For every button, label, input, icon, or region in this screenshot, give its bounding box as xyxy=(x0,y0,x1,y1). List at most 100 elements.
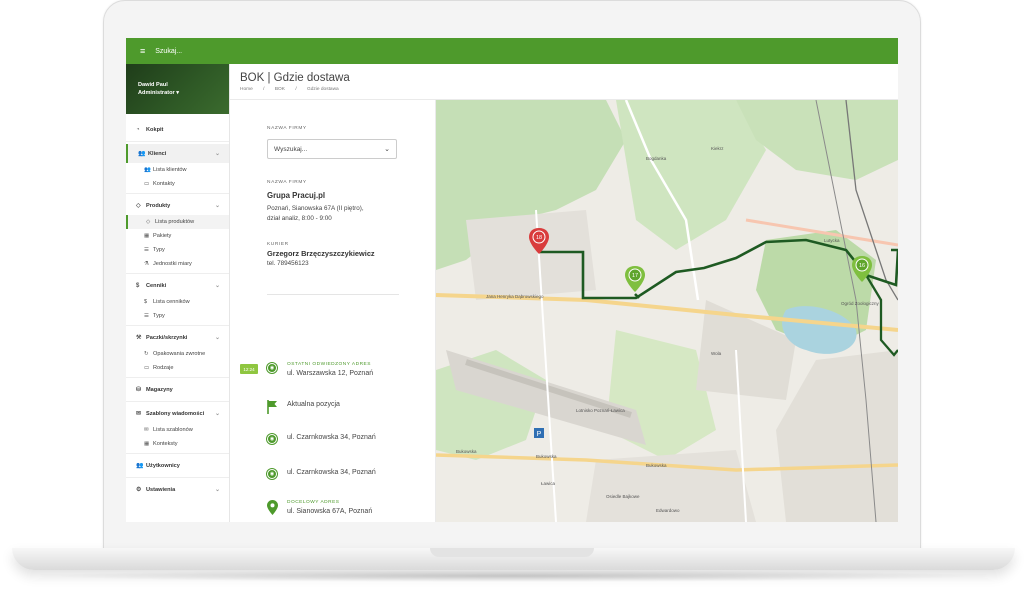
sidebar-item-label: Ustawienia xyxy=(146,486,176,493)
delivery-panel: NAZWA FIRMY Wyszukaj... ⌄ NAZWA FIRMY Gr… xyxy=(230,100,436,522)
flag-icon xyxy=(267,400,277,414)
map-label: Bukowska xyxy=(456,449,477,454)
top-bar: ≡ Szukaj... xyxy=(126,38,898,64)
sidebar-item-cenniki[interactable]: $ Cenniki ⌄ xyxy=(126,276,229,295)
sidebar-item-kokpit[interactable]: ◔ Kokpit xyxy=(126,120,229,139)
sidebar-sub-konteksty[interactable]: ▦ Konteksty xyxy=(126,437,229,451)
sidebar-item-uzytkownicy[interactable]: 👥 Użytkownicy xyxy=(126,456,229,475)
sidebar-item-magazyny[interactable]: ⛁ Magazyny xyxy=(126,380,229,399)
users-icon: 👥 xyxy=(138,151,146,157)
chevron-down-icon: ⌄ xyxy=(214,487,220,493)
user-role[interactable]: Administrator ▾ xyxy=(138,89,229,97)
step-current-position: Aktualna pozycja xyxy=(267,400,340,414)
sidebar-item-label: Magazyny xyxy=(146,386,173,393)
envelope-icon: ✉ xyxy=(136,411,142,417)
sidebar-sub-label: Jednostki miary xyxy=(153,261,192,267)
sidebar-sub-label: Typy xyxy=(153,247,165,253)
dollar-icon: $ xyxy=(136,282,140,289)
breadcrumb: Home / BOK / Gdzie dostawa xyxy=(240,87,898,92)
map-label: Bogdanka xyxy=(646,156,667,161)
laptop-notch xyxy=(430,548,594,557)
firm-select-value: Wyszukaj... xyxy=(274,145,308,153)
sidebar-sub-label: Lista klientów xyxy=(153,167,187,173)
map-label: Bukowska xyxy=(536,454,557,459)
map-label: Lutycka xyxy=(824,238,840,243)
breadcrumb-bok[interactable]: BOK xyxy=(275,87,285,92)
firm-select[interactable]: Wyszukaj... ⌄ xyxy=(267,139,397,159)
sidebar-item-klienci[interactable]: 👥 Klienci ⌄ xyxy=(126,144,229,163)
dashboard-icon: ◔ xyxy=(136,126,140,133)
grid-icon: ▦ xyxy=(144,441,150,447)
firm-label: NAZWA FIRMY xyxy=(267,180,307,185)
sidebar-sub-rodzaje[interactable]: ▭ Rodzaje xyxy=(126,361,229,375)
box-icon: ▭ xyxy=(144,365,150,371)
location-dot-icon: ◉ xyxy=(267,469,277,479)
sidebar: Dawid Paul Administrator ▾ ◔ Kokpit 👥 Kl… xyxy=(126,64,230,522)
refresh-icon: ↻ xyxy=(144,351,149,357)
sidebar-sub-lista-szablonow[interactable]: ✉ Lista szablonów xyxy=(126,423,229,437)
company-address: Poznań, Sianowska 67A (II piętro), dział… xyxy=(267,204,435,224)
step-waypoint: ◉ ul. Czarnkowska 34, Poznań xyxy=(267,433,376,444)
user-group-icon: 👥 xyxy=(136,463,144,469)
sidebar-sub-opakowania[interactable]: ↻ Opakowania zwrotne xyxy=(126,347,229,361)
map-pin-icon xyxy=(267,500,278,515)
address-line: dział analiz, 8:00 - 9:00 xyxy=(267,215,332,222)
map-label: Lotnisko Poznań-Ławica xyxy=(576,408,625,413)
sidebar-item-label: Produkty xyxy=(146,202,171,209)
box-icon: ◇ xyxy=(146,219,151,225)
step-waypoint: ◉ ul. Czarnkowska 34, Poznań xyxy=(267,468,376,479)
flask-icon: ⚗ xyxy=(144,261,149,267)
sidebar-item-produkty[interactable]: ◇ Produkty ⌄ xyxy=(126,196,229,215)
sidebar-sub-kontakty[interactable]: ▭ Kontakty xyxy=(126,177,229,191)
map-label: Bukowska xyxy=(646,463,667,468)
sidebar-sub-label: Lista szablonów xyxy=(153,427,193,433)
warehouse-icon: ⛁ xyxy=(136,387,142,393)
contact-card-icon: ▭ xyxy=(144,181,150,187)
step-address: ul. Sianowska 67A, Poznań xyxy=(287,508,373,515)
chevron-down-icon: ⌄ xyxy=(214,151,220,157)
sidebar-item-label: Użytkownicy xyxy=(146,462,180,469)
sidebar-sub-lista-klientow[interactable]: 👥 Lista klientów xyxy=(126,163,229,177)
sidebar-item-szablony[interactable]: ✉ Szablony wiadomości ⌄ xyxy=(126,404,229,423)
breadcrumb-current: Gdzie dostawa xyxy=(307,87,339,92)
user-box[interactable]: Dawid Paul Administrator ▾ xyxy=(126,64,229,114)
courier-label: KURIER xyxy=(267,242,289,247)
map-canvas[interactable]: 18 17 16 P Osiedle Bajkowe Edwardowo Buk… xyxy=(436,100,898,522)
marker-label: 16 xyxy=(859,263,865,269)
hamburger-icon[interactable]: ≡ xyxy=(140,46,145,56)
sidebar-sub-pakiety[interactable]: ▦ Pakiety xyxy=(126,229,229,243)
sidebar-sub-label: Kontakty xyxy=(153,181,175,187)
map-label: Ogród Zoologiczny xyxy=(841,301,880,306)
search-input[interactable]: Szukaj... xyxy=(155,48,182,55)
marker-label: 17 xyxy=(632,273,638,279)
users-icon: 👥 xyxy=(144,167,151,173)
breadcrumb-separator: / xyxy=(295,87,297,92)
sidebar-sub-lista-produktow[interactable]: ◇ Lista produktów xyxy=(126,215,229,229)
grid-icon: ▦ xyxy=(144,233,150,239)
company-name: Grupa Pracuj.pl xyxy=(267,191,326,200)
sidebar-item-paczki[interactable]: ⚒ Paczki/skrzynki ⌄ xyxy=(126,328,229,347)
sidebar-sub-label: Lista cenników xyxy=(153,299,190,305)
sidebar-sub-lista-cennikow[interactable]: $ Lista cenników xyxy=(126,295,229,309)
divider xyxy=(267,294,399,295)
address-line: Poznań, Sianowska 67A (II piętro), xyxy=(267,205,364,212)
location-dot-icon: ◉ xyxy=(267,363,277,373)
gear-icon: ⚙ xyxy=(136,487,142,493)
sidebar-sub-label: Konteksty xyxy=(153,441,178,447)
sidebar-sub-jednostki[interactable]: ⚗ Jednostki miary xyxy=(126,257,229,271)
sidebar-item-ustawienia[interactable]: ⚙ Ustawienia ⌄ xyxy=(126,480,229,499)
map-view[interactable]: 18 17 16 P Osiedle Bajkowe Edwardowo Buk… xyxy=(436,100,898,522)
step-address: Aktualna pozycja xyxy=(287,401,340,408)
sidebar-item-label: Kokpit xyxy=(146,126,164,133)
list-icon: ☰ xyxy=(144,247,149,253)
chevron-down-icon: ⌄ xyxy=(214,203,220,209)
breadcrumb-home[interactable]: Home xyxy=(240,87,253,92)
envelope-icon: ✉ xyxy=(144,427,149,433)
courier-name: Grzegorz Brzęczyszczykiewicz xyxy=(267,249,375,258)
list-icon: ☰ xyxy=(144,313,149,319)
map-label: Wola xyxy=(711,351,722,356)
step-address: ul. Czarnkowska 34, Poznań xyxy=(287,469,376,476)
step-address: ul. Czarnkowska 34, Poznań xyxy=(287,434,376,441)
sidebar-sub-typy-cennikow[interactable]: ☰ Typy xyxy=(126,309,229,323)
sidebar-sub-typy[interactable]: ☰ Typy xyxy=(126,243,229,257)
